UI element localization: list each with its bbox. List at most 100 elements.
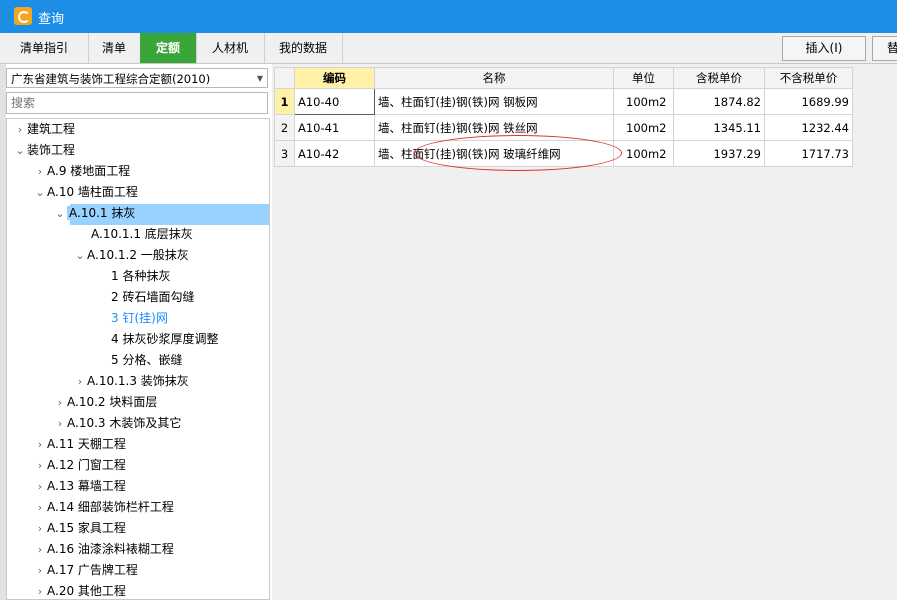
cell-code[interactable]: A10-42 [294,140,375,167]
tree-node[interactable]: ⌄ A.10 墙柱面工程 [33,182,138,203]
tree-node-label: A.10.1.1 底层抹灰 [91,227,193,241]
tree-node-label: A.10 墙柱面工程 [47,185,138,199]
cell-code[interactable]: A10-40 [294,88,375,115]
tree-node[interactable]: › A.10.1.3 装饰抹灰 [73,371,189,392]
tree-node[interactable]: › A.13 幕墙工程 [33,476,126,497]
cell-unit[interactable]: 100m2 [613,114,674,141]
tree-node[interactable]: › A.10.2 块料面层 [53,392,158,413]
tree-node-label: A.15 家具工程 [47,521,126,535]
library-select[interactable]: 广东省建筑与装饰工程综合定额(2010) ▼ [6,68,268,88]
cell-price-tax[interactable]: 1937.29 [673,140,765,167]
tab-bar: 清单指引 清单 定额 人材机 我的数据 插入(I) 替 [0,33,897,64]
chevron-right-icon[interactable]: › [33,518,47,539]
tab-labor-material-machine[interactable]: 人材机 [196,33,265,63]
column-header-price-tax[interactable]: 含税单价 [673,67,765,89]
tree-node[interactable]: 5 分格、嵌缝 [97,350,182,371]
cell-code[interactable]: A10-41 [294,114,375,141]
chevron-down-icon[interactable]: ⌄ [73,245,87,266]
column-header-price-notax[interactable]: 不含税单价 [764,67,853,89]
library-select-value: 广东省建筑与装饰工程综合定额(2010) [11,72,211,86]
chevron-right-icon[interactable]: › [33,476,47,497]
chevron-right-icon[interactable]: › [33,434,47,455]
app-logo-icon [14,7,32,25]
tree-node-label: 5 分格、嵌缝 [111,353,183,367]
tree-node[interactable]: 4 抹灰砂浆厚度调整 [97,329,218,350]
red-ellipse-annotation [414,135,622,171]
tree-node-label: A.20 其他工程 [47,584,126,598]
left-panel: 广东省建筑与装饰工程综合定额(2010) ▼ ›建筑工程 ⌄装饰工程 ›A.9 … [0,64,272,600]
tree-node[interactable]: › A.20 其他工程 [33,581,126,599]
chevron-right-icon[interactable]: › [53,413,67,434]
tree-node[interactable]: › A.16 油漆涂料裱糊工程 [33,539,174,560]
row-number[interactable]: 3 [274,140,295,167]
tree-node-label: A.9 楼地面工程 [47,164,131,178]
column-header-name[interactable]: 名称 [374,67,614,89]
tree-node-label: 建筑工程 [27,122,76,136]
row-number[interactable]: 2 [274,114,295,141]
tree-node[interactable]: › A.17 广告牌工程 [33,560,138,581]
cell-price-notax[interactable]: 1232.44 [764,114,853,141]
chevron-right-icon[interactable]: › [33,161,47,182]
tree-node-label: A.10.1.3 装饰抹灰 [87,374,189,388]
tree-node[interactable]: › A.12 门窗工程 [33,455,126,476]
chevron-right-icon[interactable]: › [73,371,87,392]
tab-my-data[interactable]: 我的数据 [264,33,343,63]
table-row[interactable]: 1 A10-40 墙、柱面钉(挂)钢(铁)网 钢板网 100m2 1874.82… [274,88,853,115]
chevron-down-icon: ▼ [256,74,263,83]
tree-node[interactable]: › A.11 天棚工程 [33,434,126,455]
chevron-right-icon[interactable]: › [33,560,47,581]
chevron-right-icon[interactable]: › [33,581,47,599]
tree-node-label: A.10.1 抹灰 [67,206,142,220]
tree-node-active-link[interactable]: 3 钉(挂)网 [97,308,168,329]
column-header-code[interactable]: 编码 [294,67,375,89]
category-tree: › 建筑工程 ⌄ 装饰工程 › A.9 楼地面工程 ⌄ A.10 墙柱面工程 ⌄ A.10… [6,118,270,600]
cell-unit[interactable]: 100m2 [613,88,674,115]
cell-name[interactable]: 墙、柱面钉(挂)钢(铁)网 钢板网 [374,88,614,115]
tree-node-label: A.16 油漆涂料裱糊工程 [47,542,174,556]
cell-price-tax[interactable]: 1345.11 [673,114,765,141]
chevron-right-icon[interactable]: › [33,539,47,560]
tab-quota[interactable]: 定额 [140,33,197,63]
tree-node[interactable]: A.10.1.1 底层抹灰 [77,224,193,245]
tree-node-label: A.12 门窗工程 [47,458,126,472]
tree-node[interactable]: › 建筑工程 [13,119,75,140]
tree-node[interactable]: ⌄ 装饰工程 [13,140,75,161]
tree-node-label: 2 砖石墙面勾缝 [111,290,195,304]
chevron-down-icon[interactable]: ⌄ [33,182,47,203]
tab-bill[interactable]: 清单 [88,33,141,63]
tree-node[interactable]: › A.14 细部装饰栏杆工程 [33,497,174,518]
tree-node-label: 4 抹灰砂浆厚度调整 [111,332,219,346]
cell-price-notax[interactable]: 1717.73 [764,140,853,167]
tree-node-label: 装饰工程 [27,143,76,157]
tree-node[interactable]: 2 砖石墙面勾缝 [97,287,194,308]
tab-bill-guide[interactable]: 清单指引 [0,33,89,63]
tree-node[interactable]: › A.15 家具工程 [33,518,126,539]
window-title: 查询 [38,12,65,27]
chevron-down-icon[interactable]: ⌄ [13,140,27,161]
chevron-right-icon[interactable]: › [33,497,47,518]
tree-node[interactable]: › A.9 楼地面工程 [33,161,130,182]
table-header-row: 编码 名称 单位 含税单价 不含税单价 [274,67,853,89]
row-number[interactable]: 1 [274,88,295,115]
cell-price-tax[interactable]: 1874.82 [673,88,765,115]
tree-node[interactable]: › A.10.3 木装饰及其它 [53,413,182,434]
cell-unit[interactable]: 100m2 [613,140,674,167]
tree-node-selected[interactable]: ⌄ A.10.1 抹灰 [53,203,142,224]
chevron-right-icon[interactable]: › [53,392,67,413]
chevron-right-icon[interactable]: › [13,119,27,140]
cell-price-notax[interactable]: 1689.99 [764,88,853,115]
tree-node-label: 1 各种抹灰 [111,269,171,283]
tree-node-label: A.10.3 木装饰及其它 [67,416,182,430]
row-number-header [274,67,295,89]
tree-node-label: A.10.2 块料面层 [67,395,158,409]
tree-node[interactable]: 1 各种抹灰 [97,266,170,287]
tree-node[interactable]: ⌄ A.10.1.2 一般抹灰 [73,245,188,266]
replace-button[interactable]: 替 [872,36,897,61]
chevron-right-icon[interactable]: › [33,455,47,476]
insert-button[interactable]: 插入(I) [782,36,866,61]
tree-node-label: A.11 天棚工程 [47,437,126,451]
title-bar: 查询 [0,0,897,33]
column-header-unit[interactable]: 单位 [613,67,674,89]
search-input[interactable] [6,92,268,114]
chevron-down-icon[interactable]: ⌄ [53,203,67,224]
